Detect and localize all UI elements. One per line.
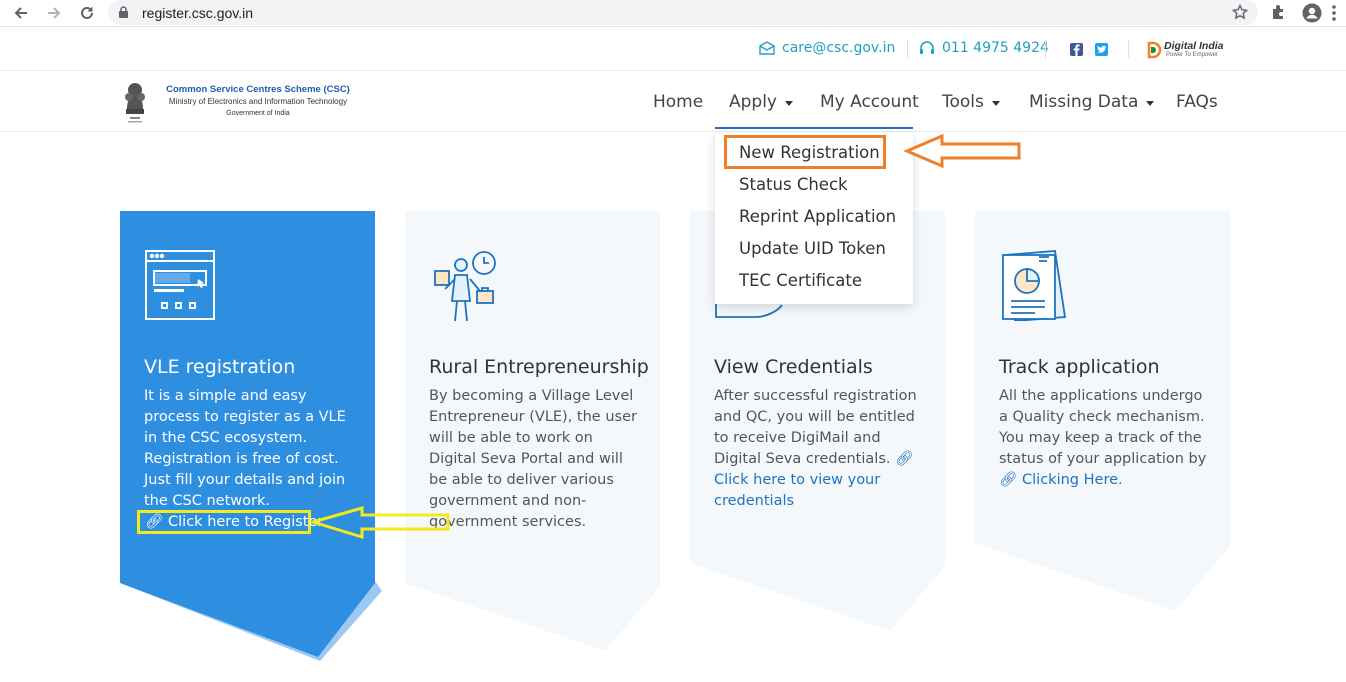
menu-item-update-uid-token[interactable]: Update UID Token: [739, 239, 886, 258]
nav-faqs[interactable]: FAQs: [1176, 92, 1218, 112]
lock-icon: [119, 6, 128, 18]
nav-my-account[interactable]: My Account: [820, 92, 919, 112]
forward-arrow-icon: [48, 7, 61, 19]
card-description: After successful registration and QC, yo…: [714, 386, 929, 512]
back-button[interactable]: [10, 2, 32, 24]
divider: [1128, 40, 1129, 58]
card-description: It is a simple and easy process to regis…: [144, 388, 346, 509]
brand-government: Government of India: [226, 110, 290, 117]
national-emblem-logo[interactable]: [120, 77, 150, 125]
menu-item-status-check[interactable]: Status Check: [739, 175, 848, 194]
bookmark-star-icon[interactable]: [1232, 4, 1248, 20]
top-info-bar: care@csc.gov.in 011 4975 4924 Digital In…: [0, 28, 1346, 71]
phone-link[interactable]: 011 4975 4924: [919, 40, 1049, 56]
digital-india-mark-icon: [1147, 41, 1162, 59]
email-text: care@csc.gov.in: [782, 40, 896, 56]
card-title: VLE registration: [144, 356, 296, 378]
extensions-button[interactable]: [1270, 3, 1288, 26]
profile-button[interactable]: [1302, 3, 1322, 28]
nav-tools-label: Tools: [942, 92, 984, 112]
track-application-link-label: Clicking Here.: [1022, 472, 1123, 488]
digital-india-tagline: Power To Empower: [1166, 52, 1218, 58]
card-description-text: All the applications undergo a Quality c…: [999, 388, 1207, 467]
headset-icon: [920, 40, 934, 54]
digital-india-logo[interactable]: Digital India Power To Empower: [1146, 40, 1226, 62]
card-description: All the applications undergo a Quality c…: [999, 386, 1214, 491]
register-link[interactable]: 🔗︎ Click here to Register: [137, 510, 323, 534]
brand-ministry: Ministry of Electronics and Information …: [168, 97, 348, 106]
facebook-icon[interactable]: [1070, 43, 1083, 56]
nav-tools[interactable]: Tools: [942, 92, 1000, 112]
puzzle-icon: [1273, 5, 1283, 19]
brand-title: Common Service Centres Scheme (CSC): [166, 84, 350, 95]
kebab-menu-icon: [1332, 5, 1336, 21]
card-title: Track application: [999, 356, 1160, 378]
nav-home[interactable]: Home: [653, 92, 703, 112]
nav-missing-data[interactable]: Missing Data: [1029, 92, 1155, 112]
link-icon: 🔗︎: [145, 514, 164, 530]
annotation-highlight-box: [724, 135, 886, 169]
nav-apply[interactable]: Apply: [729, 92, 793, 112]
caret-down-icon: [785, 100, 793, 106]
back-arrow-icon: [14, 7, 27, 19]
browser-menu-button[interactable]: [1332, 5, 1336, 26]
card-description-text: After successful registration and QC, yo…: [714, 388, 917, 467]
register-link-label: Click here to Register: [168, 514, 324, 530]
envelope-icon: [759, 41, 775, 55]
card-track-application: Track application All the applications u…: [975, 211, 1230, 611]
browser-window-icon: [144, 249, 216, 326]
forward-button[interactable]: [43, 2, 65, 24]
nav-home-label: Home: [653, 92, 704, 112]
track-application-link[interactable]: 🔗︎ Clicking Here.: [999, 472, 1123, 488]
reload-button[interactable]: [76, 2, 98, 24]
menu-item-tec-certificate[interactable]: TEC Certificate: [739, 271, 862, 290]
annotation-arrow-yellow: [310, 506, 450, 540]
divider: [1045, 40, 1046, 58]
nav-apply-label: Apply: [729, 92, 777, 112]
card-rural-entrepreneurship: Rural Entrepreneurship By becoming a Vil…: [405, 211, 660, 651]
menu-item-reprint-application[interactable]: Reprint Application: [739, 207, 896, 226]
account-icon: [1302, 3, 1322, 23]
card-title: Rural Entrepreneurship: [429, 356, 649, 378]
digital-india-title: Digital India: [1164, 40, 1224, 52]
url-text: register.csc.gov.in: [142, 5, 254, 21]
reload-icon: [81, 6, 93, 19]
emblem-icon: [125, 83, 145, 123]
twitter-icon[interactable]: [1095, 43, 1108, 56]
browser-toolbar: register.csc.gov.in: [0, 0, 1346, 27]
active-menu-indicator: [715, 127, 913, 129]
annotation-arrow-orange: [904, 133, 1021, 169]
address-bar[interactable]: register.csc.gov.in: [108, 0, 1258, 25]
card-vle-registration: VLE registration It is a simple and easy…: [120, 211, 382, 661]
caret-down-icon: [1146, 100, 1155, 106]
caret-down-icon: [991, 100, 1000, 106]
nav-my-account-label: My Account: [820, 92, 919, 112]
nav-faqs-label: FAQs: [1176, 92, 1218, 112]
card-title: View Credentials: [714, 356, 873, 378]
report-document-icon: [999, 249, 1071, 326]
card-description: By becoming a Village Level Entrepreneur…: [429, 388, 637, 530]
nav-missing-data-label: Missing Data: [1029, 92, 1139, 112]
site-header: Common Service Centres Scheme (CSC) Mini…: [0, 72, 1346, 132]
email-link[interactable]: care@csc.gov.in: [759, 40, 895, 56]
brand-text[interactable]: Common Service Centres Scheme (CSC) Mini…: [152, 84, 364, 120]
view-credentials-link-label: Click here to view your credentials: [714, 472, 881, 509]
entrepreneur-icon: [429, 249, 501, 330]
phone-text: 011 4975 4924: [942, 40, 1049, 56]
divider: [907, 40, 908, 58]
